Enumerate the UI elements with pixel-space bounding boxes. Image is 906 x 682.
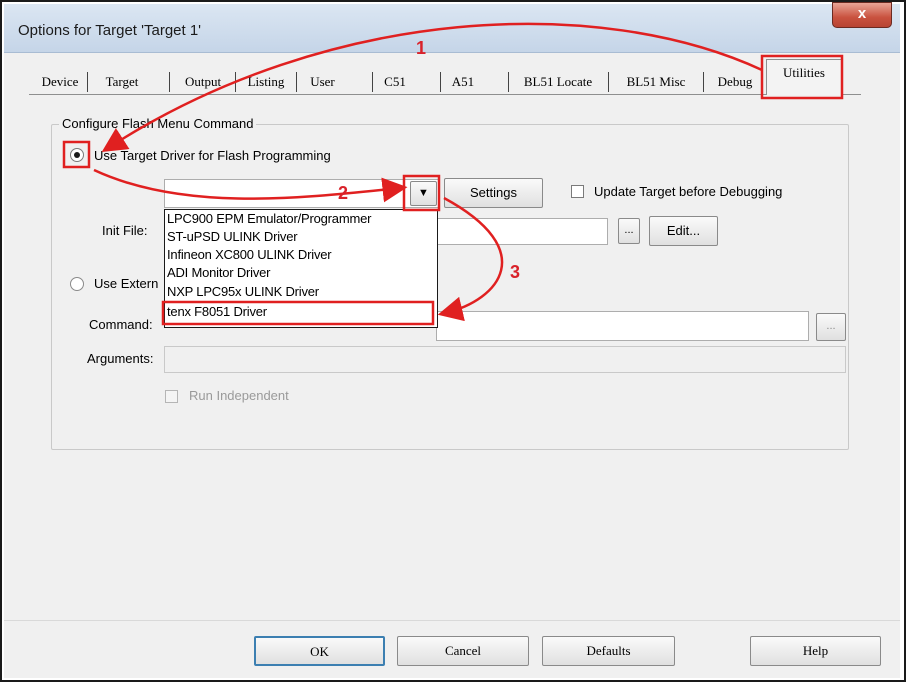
run-independent-label: Run Independent [189, 388, 289, 403]
driver-dropdown-button[interactable]: ▼ [410, 181, 437, 206]
use-target-driver-label: Use Target Driver for Flash Programming [94, 148, 331, 163]
run-independent-checkbox[interactable] [165, 390, 178, 403]
tab-bl51-misc[interactable]: BL51 Misc [612, 70, 700, 94]
edit-button[interactable]: Edit... [649, 216, 718, 246]
dropdown-option[interactable]: ST-uPSD ULINK Driver [167, 229, 298, 244]
init-file-input[interactable] [436, 218, 608, 245]
tab-strip-baseline [29, 94, 861, 95]
chevron-down-icon: ▼ [418, 187, 429, 199]
annotation-step-3: 3 [510, 262, 521, 282]
tab-separator [440, 72, 441, 92]
use-external-tool-radio[interactable] [70, 277, 84, 291]
defaults-button[interactable]: Defaults [542, 636, 675, 666]
command-label: Command: [89, 317, 153, 332]
command-browse-button[interactable]: ... [816, 313, 846, 341]
tab-separator [703, 72, 704, 92]
tab-target[interactable]: Target [92, 70, 152, 94]
close-icon: x [857, 5, 867, 22]
radio-selected-dot [74, 152, 80, 158]
arguments-label: Arguments: [87, 351, 154, 366]
window-title: Options for Target 'Target 1' [18, 22, 202, 39]
ok-button[interactable]: OK [254, 636, 385, 666]
tab-separator [296, 72, 297, 92]
settings-button[interactable]: Settings [444, 178, 543, 208]
tab-separator [87, 72, 88, 92]
tab-debug[interactable]: Debug [707, 70, 763, 94]
dropdown-option[interactable]: LPC900 EPM Emulator/Programmer [167, 211, 371, 226]
init-file-browse-button[interactable]: ... [618, 218, 640, 244]
arguments-input[interactable] [164, 346, 846, 373]
dropdown-option[interactable]: NXP LPC95x ULINK Driver [167, 284, 319, 299]
tab-device[interactable]: Device [36, 70, 84, 94]
tab-a51[interactable]: A51 [445, 70, 481, 94]
tab-user[interactable]: User [300, 70, 345, 94]
tab-separator [169, 72, 170, 92]
cancel-button[interactable]: Cancel [397, 636, 529, 666]
tab-separator [235, 72, 236, 92]
annotation-step-1: 1 [416, 38, 427, 58]
dropdown-option[interactable]: Infineon XC800 ULINK Driver [167, 247, 332, 262]
tab-output[interactable]: Output [174, 70, 232, 94]
init-file-label: Init File: [102, 223, 148, 238]
close-button[interactable]: x [832, 2, 892, 28]
tab-c51[interactable]: C51 [377, 70, 413, 94]
dropdown-option[interactable]: ADI Monitor Driver [167, 265, 271, 280]
dropdown-option-tenx-f8051[interactable]: tenx F8051 Driver [167, 304, 267, 319]
help-button[interactable]: Help [750, 636, 881, 666]
driver-select[interactable] [164, 179, 439, 208]
update-target-label: Update Target before Debugging [594, 184, 783, 199]
tab-listing[interactable]: Listing [240, 70, 292, 94]
use-target-driver-radio[interactable] [70, 148, 84, 162]
tab-bl51-locate[interactable]: BL51 Locate [513, 70, 603, 94]
tab-separator [372, 72, 373, 92]
annotation-step-2: 2 [338, 183, 349, 203]
tab-separator [608, 72, 609, 92]
update-target-checkbox[interactable] [571, 185, 584, 198]
tab-separator [508, 72, 509, 92]
command-input[interactable] [436, 311, 809, 341]
tab-utilities[interactable]: Utilities [766, 59, 842, 95]
use-external-tool-label: Use Extern [94, 276, 159, 291]
group-label: Configure Flash Menu Command [59, 116, 257, 131]
footer-divider [4, 620, 900, 621]
